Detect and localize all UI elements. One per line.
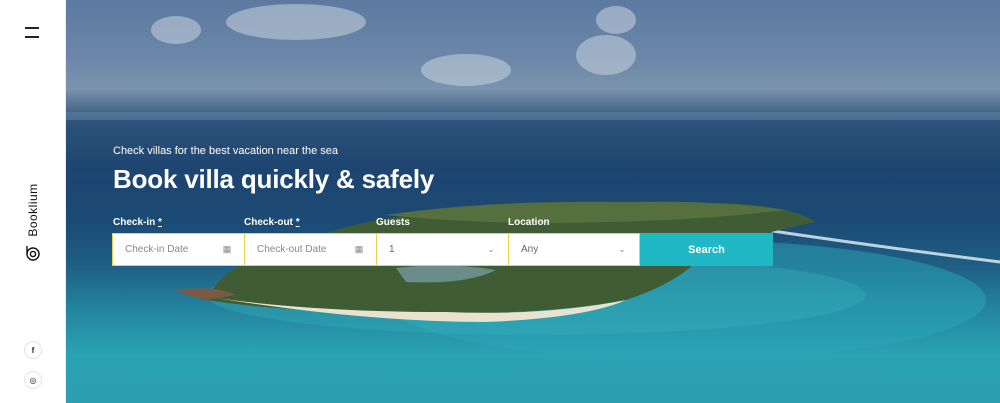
location-select[interactable]: Any ⌄	[508, 233, 640, 266]
chevron-down-icon: ⌄	[618, 244, 626, 254]
location-label: Location	[508, 217, 550, 228]
checkin-date-input[interactable]: Check-in Date ▦	[112, 233, 245, 266]
brand-logo-icon	[26, 246, 40, 261]
calendar-icon: ▦	[222, 244, 232, 254]
checkout-label-text: Check-out	[244, 217, 293, 228]
brand-name: Booklium	[26, 183, 40, 237]
brand[interactable]: Booklium	[0, 170, 66, 270]
checkin-placeholder: Check-in Date	[125, 244, 189, 255]
location-value: Any	[521, 244, 539, 255]
island-background-image	[66, 4, 1000, 360]
chevron-down-icon: ⌄	[487, 244, 495, 254]
guests-value: 1	[389, 244, 395, 255]
instagram-icon[interactable]: ◎	[24, 371, 42, 389]
checkout-placeholder: Check-out Date	[257, 244, 327, 255]
sidebar: Booklium f ◎	[0, 0, 66, 403]
hero-title: Book villa quickly & safely	[113, 164, 435, 194]
checkout-label: Check-out *	[244, 217, 300, 228]
search-button[interactable]: Search	[640, 233, 773, 266]
hero-banner	[66, 0, 1000, 403]
menu-icon[interactable]	[25, 22, 41, 40]
checkin-required-mark: *	[158, 217, 162, 228]
calendar-icon: ▦	[354, 244, 364, 254]
hero-subtitle: Check villas for the best vacation near …	[113, 145, 339, 157]
guests-select[interactable]: 1 ⌄	[376, 233, 509, 266]
checkout-required-mark: *	[295, 217, 300, 228]
checkin-label-text: Check-in	[113, 217, 156, 228]
guests-label: Guests	[376, 217, 410, 228]
checkout-date-input[interactable]: Check-out Date ▦	[244, 233, 377, 266]
checkin-label: Check-in *	[113, 217, 162, 228]
facebook-icon[interactable]: f	[24, 341, 42, 359]
